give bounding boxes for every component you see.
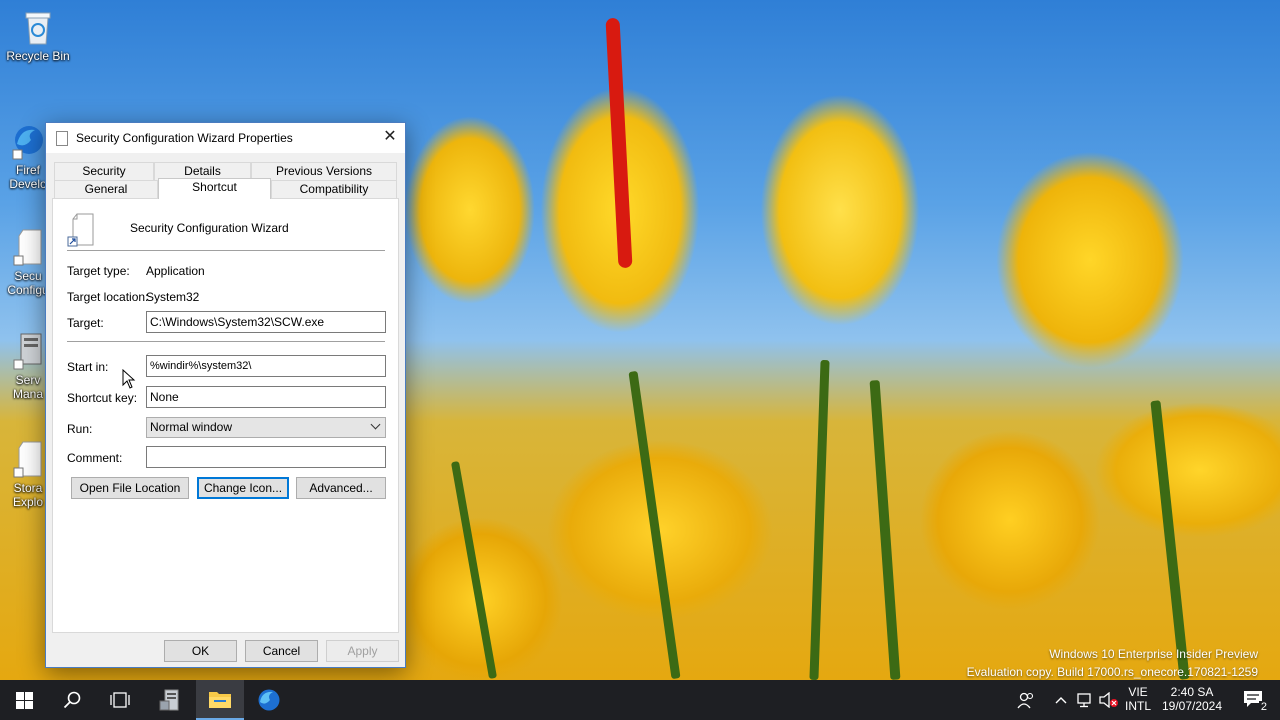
target-location-value: System32 (146, 290, 200, 304)
people-icon (1017, 692, 1034, 709)
windows-logo-icon (15, 691, 33, 709)
firefox-icon (258, 689, 280, 711)
tab-security[interactable]: Security (54, 162, 154, 180)
properties-dialog: Security Configuration Wizard Properties… (45, 122, 406, 668)
tab-shortcut[interactable]: Shortcut (158, 178, 271, 199)
document-icon (56, 130, 68, 146)
taskbar: VIE INTL 2:40 SA 19/07/2024 2 (0, 680, 1280, 720)
clock-button[interactable]: 2:40 SA 19/07/2024 (1158, 680, 1226, 720)
shortcut-file-icon (67, 213, 97, 247)
start-in-label: Start in: (67, 360, 109, 374)
ok-button[interactable]: OK (164, 640, 237, 662)
run-select[interactable]: Normal window (146, 417, 386, 438)
tulip-stem (809, 359, 830, 681)
dialog-title: Security Configuration Wizard Properties (76, 131, 293, 145)
tulip-stem (628, 370, 681, 680)
target-label: Target: (67, 316, 104, 330)
target-type-value: Application (146, 264, 205, 278)
advanced-button[interactable]: Advanced... (296, 477, 386, 499)
run-label: Run: (67, 422, 93, 436)
clock-date: 19/07/2024 (1161, 699, 1223, 713)
run-select-value: Normal window (150, 420, 233, 434)
notification-count-badge: 2 (1258, 701, 1269, 713)
watermark-edition: Windows 10 Enterprise Insider Preview (1049, 647, 1258, 661)
cancel-button[interactable]: Cancel (245, 640, 318, 662)
keyboard-layout: INTL (1124, 699, 1151, 713)
network-button[interactable] (1074, 680, 1096, 720)
shortcut-name: Security Configuration Wizard (130, 221, 289, 235)
chevron-down-icon (370, 419, 381, 430)
network-icon (1077, 693, 1091, 708)
show-hidden-icons-button[interactable] (1052, 680, 1070, 720)
divider (67, 250, 385, 251)
folder-icon (209, 692, 231, 708)
tab-previous-versions[interactable]: Previous Versions (251, 162, 397, 180)
shortcut-file-icon (11, 228, 45, 266)
target-type-label: Target type: (67, 264, 130, 278)
tulip-stem (1150, 400, 1190, 680)
apply-button[interactable]: Apply (326, 640, 399, 662)
chevron-up-icon (1055, 697, 1067, 704)
open-file-location-button[interactable]: Open File Location (71, 477, 189, 499)
tab-general[interactable]: General (54, 180, 158, 198)
volume-button[interactable] (1098, 680, 1120, 720)
target-location-label: Target location: (67, 290, 149, 304)
change-icon-button[interactable]: Change Icon... (197, 477, 289, 499)
start-button[interactable] (0, 680, 48, 720)
volume-muted-icon (1099, 692, 1118, 708)
tab-compatibility[interactable]: Compatibility (271, 180, 397, 198)
tulip-stem (450, 460, 498, 680)
comment-input[interactable] (146, 446, 386, 468)
comment-label: Comment: (67, 451, 123, 465)
desktop-icon-recycle-bin[interactable]: Recycle Bin (0, 8, 76, 63)
input-language-button[interactable]: VIE INTL (1124, 680, 1152, 720)
people-button[interactable] (1014, 680, 1038, 720)
tulip-stem (869, 380, 901, 680)
start-in-input[interactable]: %windir%\system32\ (146, 355, 386, 377)
language-code: VIE (1128, 685, 1148, 699)
close-icon: ✕ (383, 128, 397, 145)
notification-icon: 2 (1243, 690, 1269, 713)
server-manager-icon (159, 689, 179, 711)
taskbar-server-manager[interactable] (146, 680, 194, 720)
shortcut-tab-panel: Security Configuration Wizard Target typ… (52, 198, 399, 633)
search-button[interactable] (48, 680, 96, 720)
shortcut-file-icon (11, 440, 45, 478)
dialog-titlebar[interactable]: Security Configuration Wizard Properties… (46, 123, 405, 153)
desktop-icon-label: Recycle Bin (6, 49, 70, 63)
shortcut-key-label: Shortcut key: (67, 391, 138, 405)
task-view-icon (110, 692, 130, 708)
mouse-cursor-icon (122, 368, 136, 389)
task-view-button[interactable] (96, 680, 144, 720)
shortcut-key-input[interactable]: None (146, 386, 386, 408)
divider (67, 341, 385, 342)
taskbar-firefox[interactable] (245, 680, 293, 720)
firefox-developer-icon (11, 122, 45, 160)
action-center-button[interactable]: 2 (1234, 680, 1274, 720)
watermark-build: Evaluation copy. Build 17000.rs_onecore.… (966, 665, 1258, 679)
recycle-bin-icon (21, 8, 55, 46)
target-input[interactable]: C:\Windows\System32\SCW.exe (146, 311, 386, 333)
taskbar-file-explorer[interactable] (196, 680, 244, 720)
server-manager-icon (11, 332, 45, 370)
red-petal-streak (605, 17, 633, 269)
clock-time: 2:40 SA (1170, 685, 1214, 699)
search-icon (63, 691, 81, 709)
close-button[interactable]: ✕ (375, 123, 405, 153)
